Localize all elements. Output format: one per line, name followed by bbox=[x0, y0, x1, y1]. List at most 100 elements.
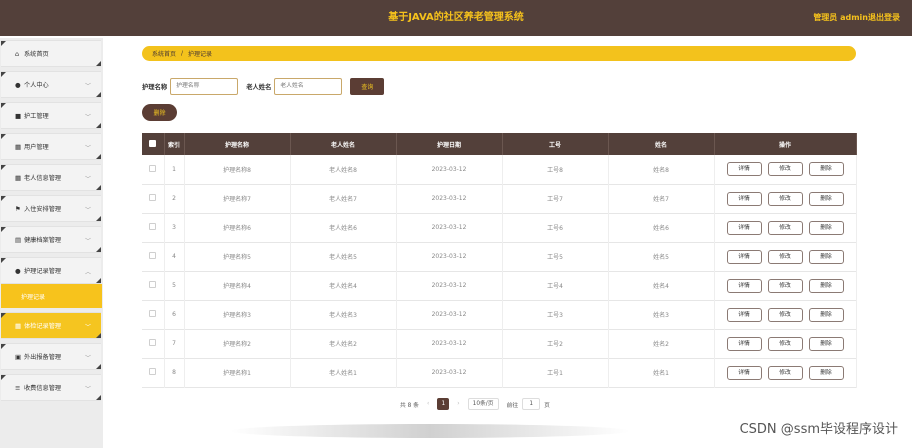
sidebar-item-caregiver[interactable]: ■ 护工管理 ﹀ bbox=[1, 102, 101, 129]
prev-page-icon[interactable]: ‹ bbox=[427, 401, 429, 407]
detail-button[interactable]: 详情 bbox=[726, 365, 762, 380]
next-page-icon[interactable]: › bbox=[457, 401, 459, 407]
sidebar-item-physical-exam[interactable]: ▦ 体检记录管理 ﹀ bbox=[1, 312, 101, 339]
index-cell: 4 bbox=[164, 242, 185, 271]
delete-button[interactable]: 删除 bbox=[808, 278, 844, 293]
page-suffix: 页 bbox=[544, 402, 550, 409]
care-date-cell: 2023-03-12 bbox=[396, 271, 503, 300]
sidebar-item-label: 入住安排管理 bbox=[24, 206, 62, 213]
col-header-person-name: 姓名 bbox=[608, 133, 715, 155]
detail-button[interactable]: 详情 bbox=[726, 336, 762, 351]
care-name-cell: 护理名称5 bbox=[184, 242, 291, 271]
delete-button[interactable]: 删除 bbox=[808, 191, 844, 206]
detail-button[interactable]: 详情 bbox=[726, 307, 762, 322]
batch-delete-button[interactable]: 删除 bbox=[142, 104, 177, 121]
sidebar-item-home[interactable]: ⌂ 系统首页 bbox=[1, 40, 101, 67]
logout-link[interactable]: 退出登录 bbox=[868, 0, 900, 36]
edit-button[interactable]: 修改 bbox=[767, 307, 803, 322]
detail-button[interactable]: 详情 bbox=[726, 162, 762, 177]
row-select-cell bbox=[142, 300, 165, 329]
row-checkbox[interactable] bbox=[149, 339, 157, 346]
grid-icon: ▦ bbox=[15, 173, 22, 182]
care-date-cell: 2023-03-12 bbox=[396, 358, 503, 387]
row-checkbox[interactable] bbox=[149, 164, 157, 172]
elder-name-input[interactable] bbox=[274, 77, 343, 95]
detail-button[interactable]: 详情 bbox=[726, 278, 762, 293]
edit-button[interactable]: 修改 bbox=[767, 278, 803, 293]
watermark-text: CSDN @ssm毕设程序设计 bbox=[739, 422, 898, 437]
sidebar-item-label: 老人信息管理 bbox=[24, 175, 62, 182]
elder-name-cell: 老人姓名2 bbox=[290, 329, 397, 358]
person-name-cell: 姓名1 bbox=[608, 358, 715, 387]
care-name-cell: 护理名称8 bbox=[184, 155, 291, 184]
actions-cell: 详情 修改 删除 bbox=[714, 213, 857, 242]
actions-cell: 详情 修改 删除 bbox=[714, 271, 857, 300]
care-name-input[interactable] bbox=[170, 77, 239, 95]
sidebar-item-personal-center[interactable]: ● 个人中心 ﹀ bbox=[1, 71, 101, 98]
sidebar-item-health-records[interactable]: ▤ 健康档案管理 ﹀ bbox=[1, 226, 101, 253]
delete-button[interactable]: 删除 bbox=[808, 336, 844, 351]
edit-button[interactable]: 修改 bbox=[767, 365, 803, 380]
breadcrumb: 系统首页 / 护理记录 bbox=[142, 46, 856, 61]
sidebar-item-label: 系统首页 bbox=[24, 51, 49, 58]
index-cell: 3 bbox=[164, 213, 185, 242]
delete-button[interactable]: 删除 bbox=[808, 365, 844, 380]
elder-name-label: 老人姓名 bbox=[246, 83, 272, 91]
job-number-cell: 工号3 bbox=[502, 300, 609, 329]
sliders-icon: ≡ bbox=[15, 383, 21, 392]
query-button[interactable]: 查询 bbox=[350, 77, 385, 95]
chevron-up-icon: ︿ bbox=[84, 269, 91, 276]
delete-button[interactable]: 删除 bbox=[808, 162, 844, 177]
edit-button[interactable]: 修改 bbox=[767, 220, 803, 235]
care-name-cell: 护理名称7 bbox=[184, 184, 291, 213]
delete-button[interactable]: 删除 bbox=[808, 249, 844, 264]
chevron-down-icon: ﹀ bbox=[84, 386, 91, 393]
edit-button[interactable]: 修改 bbox=[767, 336, 803, 351]
goto-page-input[interactable]: 1 bbox=[522, 398, 541, 410]
delete-button[interactable]: 删除 bbox=[808, 220, 844, 235]
sidebar-item-elder-info[interactable]: ▦ 老人信息管理 ﹀ bbox=[1, 164, 101, 191]
table-row: 8 护理名称1 老人姓名1 2023-03-12 工号1 姓名1 详情 修改 删除 bbox=[142, 358, 857, 387]
edit-button[interactable]: 修改 bbox=[767, 249, 803, 264]
care-date-cell: 2023-03-12 bbox=[396, 329, 503, 358]
select-all-cell bbox=[142, 133, 165, 155]
job-number-cell: 工号7 bbox=[502, 184, 609, 213]
sidebar-item-checkin[interactable]: ⚑ 入住安排管理 ﹀ bbox=[1, 195, 101, 222]
table-row: 5 护理名称4 老人姓名4 2023-03-12 工号4 姓名4 详情 修改 删除 bbox=[142, 271, 857, 300]
person-name-cell: 姓名3 bbox=[608, 300, 715, 329]
care-date-cell: 2023-03-12 bbox=[396, 242, 503, 271]
breadcrumb-separator: / bbox=[181, 50, 184, 57]
detail-button[interactable]: 详情 bbox=[726, 220, 762, 235]
edit-button[interactable]: 修改 bbox=[767, 191, 803, 206]
sidebar-subitem-care-record[interactable]: 护理记录 bbox=[1, 284, 102, 308]
breadcrumb-home[interactable]: 系统首页 bbox=[152, 49, 176, 58]
table-row: 7 护理名称2 老人姓名2 2023-03-12 工号2 姓名2 详情 修改 删除 bbox=[142, 329, 857, 358]
job-number-cell: 工号6 bbox=[502, 213, 609, 242]
sidebar: ⌂ 系统首页 ● 个人中心 ﹀ ■ 护工管理 ﹀ ▦ 用户管理 ﹀ ▦ 老人信息… bbox=[0, 38, 103, 448]
edit-button[interactable]: 修改 bbox=[767, 162, 803, 177]
page-number-current[interactable]: 1 bbox=[437, 398, 450, 410]
row-checkbox[interactable] bbox=[149, 310, 157, 317]
detail-button[interactable]: 详情 bbox=[726, 191, 762, 206]
row-checkbox[interactable] bbox=[149, 281, 157, 288]
grid-icon: ▦ bbox=[15, 321, 22, 330]
row-checkbox[interactable] bbox=[149, 368, 157, 375]
actions-cell: 详情 修改 删除 bbox=[714, 155, 857, 184]
care-date-cell: 2023-03-12 bbox=[396, 155, 503, 184]
detail-button[interactable]: 详情 bbox=[726, 249, 762, 264]
sidebar-item-outing-report[interactable]: ▣ 外出报备管理 ﹀ bbox=[1, 343, 101, 370]
select-all-checkbox[interactable] bbox=[149, 139, 157, 147]
table-row: 2 护理名称7 老人姓名7 2023-03-12 工号7 姓名7 详情 修改 删除 bbox=[142, 184, 857, 213]
sidebar-item-label: 护理记录管理 bbox=[24, 268, 62, 275]
row-checkbox[interactable] bbox=[149, 194, 157, 201]
table-row: 3 护理名称6 老人姓名6 2023-03-12 工号6 姓名6 详情 修改 删除 bbox=[142, 213, 857, 242]
sidebar-item-care-records[interactable]: ● 护理记录管理 ︿ bbox=[1, 257, 101, 284]
delete-button[interactable]: 删除 bbox=[808, 307, 844, 322]
flag-icon: ⚑ bbox=[15, 204, 21, 213]
sidebar-item-users[interactable]: ▦ 用户管理 ﹀ bbox=[1, 133, 101, 160]
top-header: 基于JAVA的社区养老管理系统 管理员 admin 退出登录 bbox=[0, 0, 912, 36]
page-size-select[interactable]: 10条/页 bbox=[467, 398, 499, 410]
row-checkbox[interactable] bbox=[149, 252, 157, 259]
sidebar-item-fees[interactable]: ≡ 收费信息管理 ﹀ bbox=[1, 374, 101, 401]
row-checkbox[interactable] bbox=[149, 223, 157, 230]
